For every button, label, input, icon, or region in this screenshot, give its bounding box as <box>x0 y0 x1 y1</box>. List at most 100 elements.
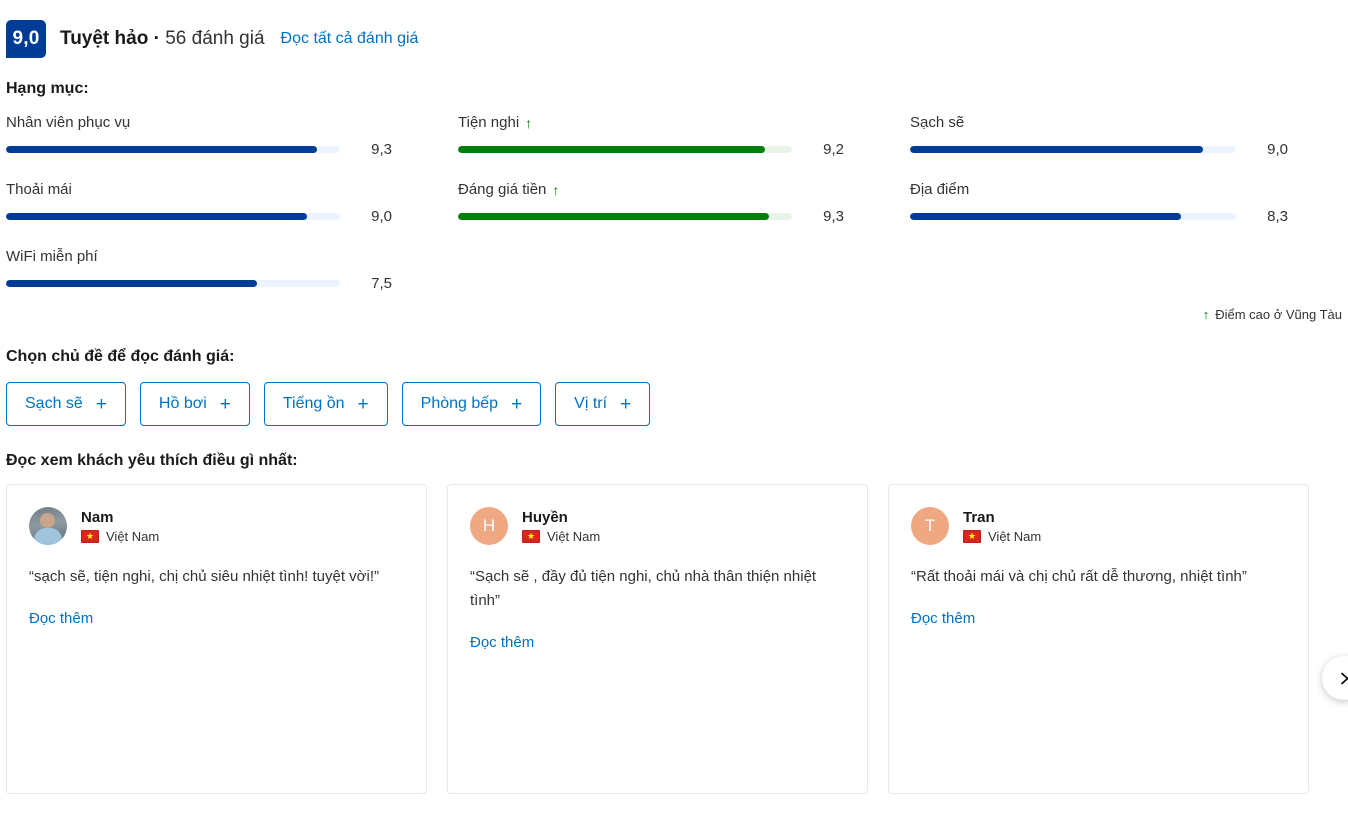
category-bar-fill <box>6 280 257 287</box>
category-bar-row: 8,3 <box>910 209 1288 224</box>
arrow-up-icon: ↑ <box>525 115 533 131</box>
vietnam-flag-icon: ★ <box>522 530 540 543</box>
category-label-row: Tiện nghi ↑ <box>458 114 844 132</box>
category-bar-fill <box>6 146 317 153</box>
review-score-summary: Tuyệt hảo · 56 đánh giá <box>60 28 265 50</box>
topic-chip[interactable]: Phòng bếp + <box>401 382 542 426</box>
avatar: H <box>470 507 508 545</box>
avatar: T <box>911 507 949 545</box>
topic-chip[interactable]: Vị trí + <box>555 382 651 426</box>
review-card-header: T Tran ★ Việt Nam <box>911 507 1286 545</box>
category-bar-fill <box>910 146 1204 153</box>
avatar-initial: T <box>924 516 936 535</box>
legend-row: ↑ Điểm cao ở Vũng Tàu <box>0 307 1348 322</box>
category-score: 9,2 <box>823 141 844 158</box>
topic-chip-label: Hồ bơi <box>158 395 207 412</box>
topic-chip-label: Vị trí <box>574 395 608 412</box>
category-score: 7,5 <box>371 275 392 292</box>
category-item: Đáng giá tiền ↑ 9,3 <box>458 181 910 224</box>
review-count: 56 đánh giá <box>165 28 265 49</box>
high-score-legend: ↑ Điểm cao ở Vũng Tàu <box>1203 307 1342 322</box>
reviewer-name: Nam <box>81 508 114 526</box>
category-label-row: Sạch sẽ <box>910 114 1288 132</box>
topic-chip[interactable]: Hồ bơi + <box>139 382 250 426</box>
review-score-word: Tuyệt hảo <box>60 28 149 49</box>
flag-star-icon: ★ <box>526 531 536 541</box>
category-score: 9,0 <box>1267 141 1288 158</box>
categories-title: Hạng mục: <box>6 80 89 97</box>
category-bar-row: 9,0 <box>910 142 1288 157</box>
read-more-link[interactable]: Đọc thêm <box>470 634 534 651</box>
topic-chip-label: Sạch sẽ <box>25 395 83 412</box>
reviewer-country-row: ★ Việt Nam <box>963 529 1041 545</box>
plus-icon: + <box>95 393 107 415</box>
category-bar-row: 9,3 <box>6 142 392 157</box>
category-bar-track <box>6 146 340 153</box>
read-more-link[interactable]: Đọc thêm <box>29 610 93 627</box>
category-label-row: Thoải mái <box>6 181 392 199</box>
category-label: Sạch sẽ <box>910 114 965 131</box>
category-label: Thoải mái <box>6 181 72 198</box>
chevron-right-icon <box>1337 671 1348 686</box>
review-score-header: 9,0 Tuyệt hảo · 56 đánh giá Đọc tất cả đ… <box>0 0 1348 58</box>
category-label: Tiện nghi <box>458 114 520 131</box>
plus-icon: + <box>219 393 231 415</box>
review-score-badge: 9,0 <box>6 20 46 58</box>
review-card: T Tran ★ Việt Nam “Rất thoải mái và chị chủ … <box>888 484 1309 794</box>
reviewer-country: Việt Nam <box>547 528 601 544</box>
category-label: Địa điểm <box>910 181 970 198</box>
category-bar-fill <box>6 213 307 220</box>
category-label-row: Nhân viên phục vụ <box>6 114 392 132</box>
topics-title: Chọn chủ đề để đọc đánh giá: <box>6 348 235 365</box>
category-bar-track <box>6 213 340 220</box>
category-bar-fill <box>458 213 769 220</box>
reviewer-country: Việt Nam <box>988 528 1042 544</box>
categories-grid: Nhân viên phục vụ 9,3 Tiện nghi ↑ 9,2 Sạch sẽ… <box>0 114 1348 315</box>
flag-star-icon: ★ <box>85 531 95 541</box>
score-separator: · <box>153 28 160 49</box>
review-card-list: Nam ★ Việt Nam “sạch sẽ, tiện nghi, chị chủ… <box>6 484 1342 794</box>
category-bar-row: 9,3 <box>458 209 844 224</box>
read-more-link[interactable]: Đọc thêm <box>911 610 975 627</box>
category-bar-track <box>910 146 1236 153</box>
category-label-row: Địa điểm <box>910 181 1288 199</box>
read-all-reviews-link[interactable]: Đọc tất cả đánh giá <box>281 30 419 48</box>
plus-icon: + <box>620 393 632 415</box>
category-label: WiFi miễn phí <box>6 248 98 265</box>
legend-label: Điểm cao ở Vũng Tàu <box>1215 307 1342 322</box>
reviewer-name: Tran <box>963 508 995 526</box>
reviewer-meta: Nam ★ Việt Nam <box>81 508 159 545</box>
reviews-title: Đọc xem khách yêu thích điều gì nhất: <box>6 452 298 469</box>
category-item: Sạch sẽ 9,0 <box>910 114 1348 157</box>
reviewer-country-row: ★ Việt Nam <box>81 529 159 545</box>
reviewer-country-row: ★ Việt Nam <box>522 529 600 545</box>
category-bar-track <box>6 280 340 287</box>
vietnam-flag-icon: ★ <box>81 530 99 543</box>
topic-chip-list: Sạch sẽ + Hồ bơi + Tiếng ồn + Phòng bếp + Vị trí… <box>0 382 1348 426</box>
plus-icon: + <box>511 393 523 415</box>
review-quote: “Rất thoải mái và chị chủ rất dễ thương,… <box>911 568 1247 585</box>
avatar-initial: H <box>482 516 496 535</box>
category-label: Nhân viên phục vụ <box>6 114 131 131</box>
category-bar-row: 9,2 <box>458 142 844 157</box>
category-bar-fill <box>910 213 1181 220</box>
category-item: Tiện nghi ↑ 9,2 <box>458 114 910 157</box>
review-card-header: Nam ★ Việt Nam <box>29 507 404 545</box>
category-bar-track <box>458 213 792 220</box>
category-item: Thoải mái 9,0 <box>6 181 458 224</box>
category-bar-track <box>458 146 792 153</box>
category-bar-fill <box>458 146 766 153</box>
arrow-up-icon: ↑ <box>552 182 560 198</box>
review-card: Nam ★ Việt Nam “sạch sẽ, tiện nghi, chị chủ… <box>6 484 427 794</box>
category-score: 9,3 <box>371 141 392 158</box>
topic-chip[interactable]: Sạch sẽ + <box>6 382 126 426</box>
reviewer-meta: Tran ★ Việt Nam <box>963 508 1041 545</box>
reviews-carousel: Nam ★ Việt Nam “sạch sẽ, tiện nghi, chị chủ… <box>0 484 1348 794</box>
category-item: WiFi miễn phí 7,5 <box>6 248 458 291</box>
review-quote: “sạch sẽ, tiện nghi, chị chủ siêu nhiệt … <box>29 568 380 585</box>
review-card: H Huyền ★ Việt Nam “Sạch sẽ , đầy đủ tiện ng… <box>447 484 868 794</box>
plus-icon: + <box>357 393 369 415</box>
topic-chip[interactable]: Tiếng ồn + <box>263 382 388 426</box>
topic-chip-label: Phòng bếp <box>420 395 499 412</box>
category-label-row: WiFi miễn phí <box>6 248 392 266</box>
